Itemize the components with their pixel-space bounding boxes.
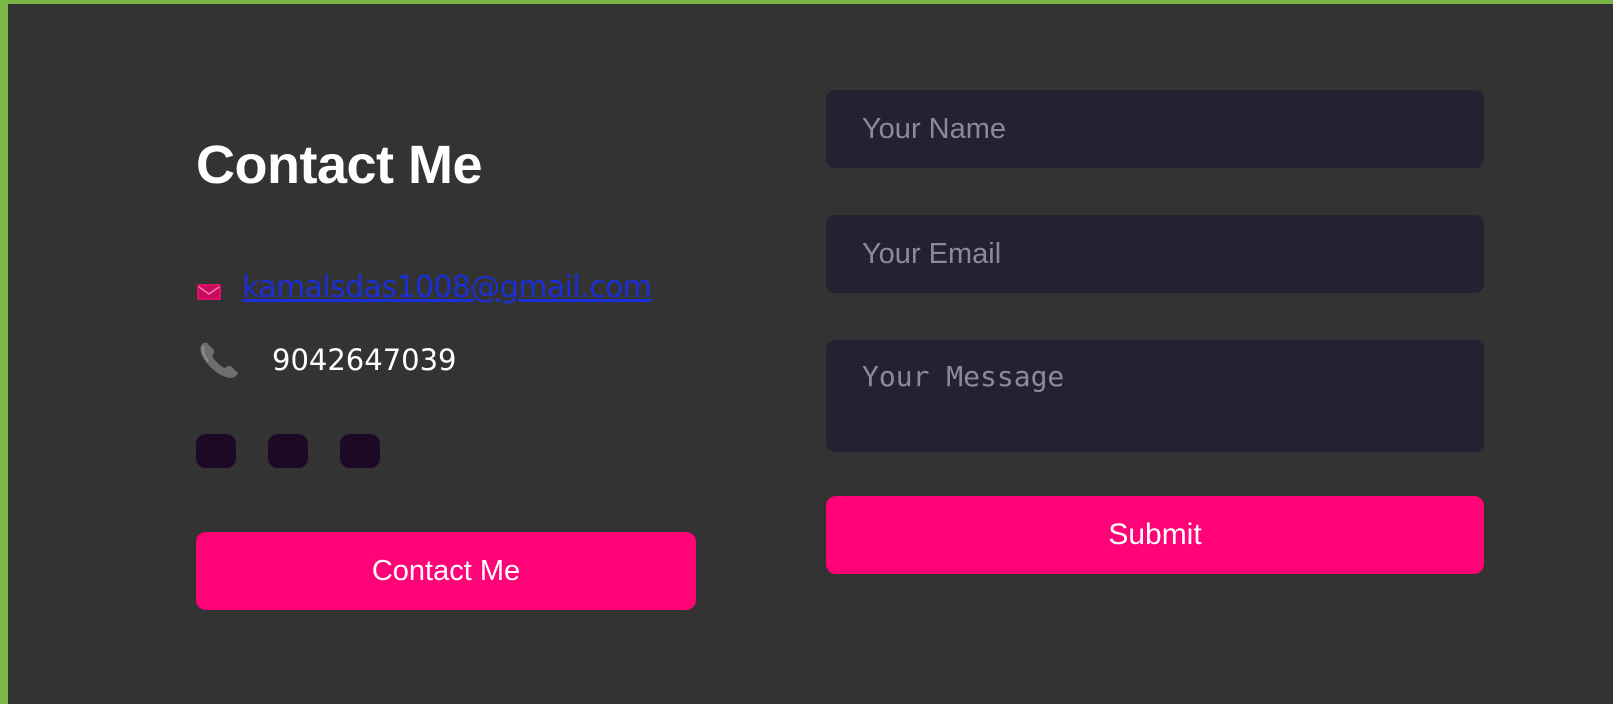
phone-row: 9042647039 — [196, 338, 457, 382]
social-link-1[interactable] — [196, 434, 236, 468]
envelope-icon — [196, 281, 222, 303]
submit-button[interactable]: Submit — [826, 496, 1484, 574]
phone-number: 9042647039 — [272, 343, 457, 377]
name-input[interactable] — [826, 90, 1484, 168]
email-input[interactable] — [826, 215, 1484, 293]
social-link-2[interactable] — [268, 434, 308, 468]
page-title: Contact Me — [196, 135, 483, 195]
social-links — [196, 434, 380, 468]
email-link[interactable]: kamalsdas1008@gmail.com — [242, 270, 652, 305]
contact-me-button[interactable]: Contact Me — [196, 532, 696, 610]
contact-section: Contact Me kamalsdas1008@gmail.com 90426… — [8, 4, 1613, 704]
social-link-3[interactable] — [340, 434, 380, 468]
message-textarea[interactable] — [826, 340, 1484, 452]
email-row: kamalsdas1008@gmail.com — [196, 270, 652, 305]
telephone-icon — [196, 338, 248, 382]
